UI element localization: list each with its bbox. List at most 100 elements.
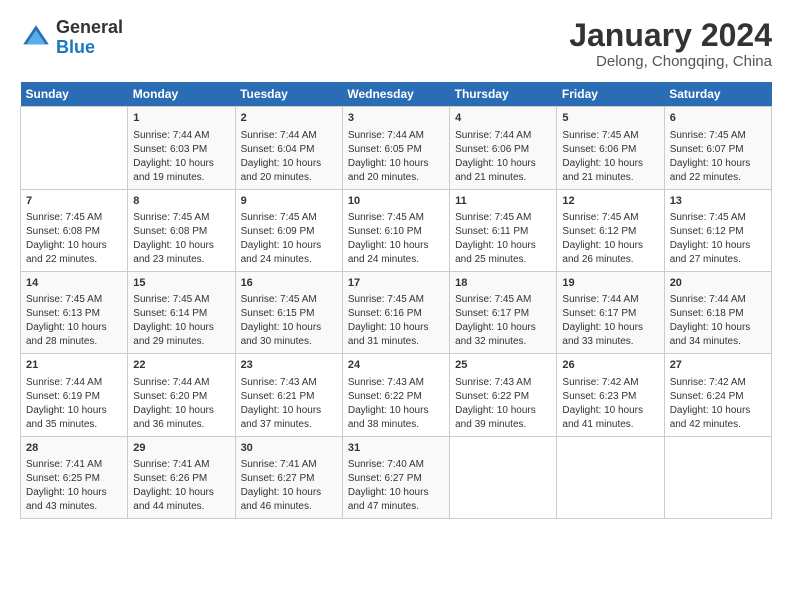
table-row: 12Sunrise: 7:45 AMSunset: 6:12 PMDayligh… <box>557 189 664 271</box>
daylight: Daylight: 10 hours and 43 minutes. <box>26 487 107 512</box>
sunrise: Sunrise: 7:43 AM <box>455 377 531 388</box>
table-row: 11Sunrise: 7:45 AMSunset: 6:11 PMDayligh… <box>450 189 557 271</box>
table-row: 7Sunrise: 7:45 AMSunset: 6:08 PMDaylight… <box>21 189 128 271</box>
daylight: Daylight: 10 hours and 36 minutes. <box>133 405 214 430</box>
daylight: Daylight: 10 hours and 24 minutes. <box>241 240 322 265</box>
table-row: 3Sunrise: 7:44 AMSunset: 6:05 PMDaylight… <box>342 107 449 189</box>
sunrise: Sunrise: 7:45 AM <box>26 212 102 223</box>
day-number: 2 <box>241 111 337 126</box>
col-thursday: Thursday <box>450 82 557 107</box>
table-row: 19Sunrise: 7:44 AMSunset: 6:17 PMDayligh… <box>557 271 664 353</box>
sunrise: Sunrise: 7:44 AM <box>670 294 746 305</box>
calendar-week-row: 14Sunrise: 7:45 AMSunset: 6:13 PMDayligh… <box>21 271 772 353</box>
daylight: Daylight: 10 hours and 35 minutes. <box>26 405 107 430</box>
day-number: 14 <box>26 276 122 291</box>
sunset: Sunset: 6:04 PM <box>241 144 315 155</box>
day-number: 11 <box>455 194 551 209</box>
day-number: 22 <box>133 358 229 373</box>
daylight: Daylight: 10 hours and 46 minutes. <box>241 487 322 512</box>
col-tuesday: Tuesday <box>235 82 342 107</box>
table-row: 17Sunrise: 7:45 AMSunset: 6:16 PMDayligh… <box>342 271 449 353</box>
col-sunday: Sunday <box>21 82 128 107</box>
table-row: 25Sunrise: 7:43 AMSunset: 6:22 PMDayligh… <box>450 354 557 436</box>
sunset: Sunset: 6:14 PM <box>133 308 207 319</box>
table-row: 1Sunrise: 7:44 AMSunset: 6:03 PMDaylight… <box>128 107 235 189</box>
sunset: Sunset: 6:26 PM <box>133 473 207 484</box>
sunset: Sunset: 6:07 PM <box>670 144 744 155</box>
sunset: Sunset: 6:10 PM <box>348 226 422 237</box>
calendar-week-row: 28 Sunrise: 7:41 AM Sunset: 6:25 PM Dayligh… <box>21 436 772 518</box>
sunrise: Sunrise: 7:45 AM <box>455 212 531 223</box>
sunrise: Sunrise: 7:43 AM <box>241 377 317 388</box>
table-row <box>664 436 771 518</box>
sunset: Sunset: 6:19 PM <box>26 391 100 402</box>
sunrise: Sunrise: 7:40 AM <box>348 459 424 470</box>
day-number: 6 <box>670 111 766 126</box>
sunrise: Sunrise: 7:45 AM <box>455 294 531 305</box>
daylight: Daylight: 10 hours and 44 minutes. <box>133 487 214 512</box>
day-number: 29 <box>133 441 229 456</box>
sunset: Sunset: 6:25 PM <box>26 473 100 484</box>
sunrise: Sunrise: 7:44 AM <box>26 377 102 388</box>
sunrise: Sunrise: 7:41 AM <box>133 459 209 470</box>
sunset: Sunset: 6:11 PM <box>455 226 528 237</box>
day-number: 4 <box>455 111 551 126</box>
sunset: Sunset: 6:12 PM <box>670 226 744 237</box>
sunset: Sunset: 6:24 PM <box>670 391 744 402</box>
sunset: Sunset: 6:18 PM <box>670 308 744 319</box>
day-number: 1 <box>133 111 229 126</box>
day-number: 19 <box>562 276 658 291</box>
day-number: 26 <box>562 358 658 373</box>
sunrise: Sunrise: 7:41 AM <box>26 459 102 470</box>
day-number: 10 <box>348 194 444 209</box>
sunset: Sunset: 6:23 PM <box>562 391 636 402</box>
table-row: 27Sunrise: 7:42 AMSunset: 6:24 PMDayligh… <box>664 354 771 436</box>
day-number: 15 <box>133 276 229 291</box>
daylight: Daylight: 10 hours and 33 minutes. <box>562 322 643 347</box>
day-number: 30 <box>241 441 337 456</box>
day-number: 28 <box>26 441 122 456</box>
day-number: 12 <box>562 194 658 209</box>
daylight: Daylight: 10 hours and 30 minutes. <box>241 322 322 347</box>
daylight: Daylight: 10 hours and 20 minutes. <box>348 158 429 183</box>
table-row: 26Sunrise: 7:42 AMSunset: 6:23 PMDayligh… <box>557 354 664 436</box>
daylight: Daylight: 10 hours and 47 minutes. <box>348 487 429 512</box>
logo-text: General Blue <box>56 18 123 58</box>
table-row: 9Sunrise: 7:45 AMSunset: 6:09 PMDaylight… <box>235 189 342 271</box>
sunrise: Sunrise: 7:45 AM <box>562 212 638 223</box>
sunset: Sunset: 6:20 PM <box>133 391 207 402</box>
table-row: 4Sunrise: 7:44 AMSunset: 6:06 PMDaylight… <box>450 107 557 189</box>
table-row: 24Sunrise: 7:43 AMSunset: 6:22 PMDayligh… <box>342 354 449 436</box>
table-row: 13Sunrise: 7:45 AMSunset: 6:12 PMDayligh… <box>664 189 771 271</box>
daylight: Daylight: 10 hours and 28 minutes. <box>26 322 107 347</box>
sunrise: Sunrise: 7:45 AM <box>26 294 102 305</box>
daylight: Daylight: 10 hours and 20 minutes. <box>241 158 322 183</box>
daylight: Daylight: 10 hours and 34 minutes. <box>670 322 751 347</box>
daylight: Daylight: 10 hours and 39 minutes. <box>455 405 536 430</box>
sunrise: Sunrise: 7:42 AM <box>670 377 746 388</box>
sunrise: Sunrise: 7:45 AM <box>670 212 746 223</box>
daylight: Daylight: 10 hours and 21 minutes. <box>562 158 643 183</box>
table-row: 16Sunrise: 7:45 AMSunset: 6:15 PMDayligh… <box>235 271 342 353</box>
day-number: 31 <box>348 441 444 456</box>
daylight: Daylight: 10 hours and 24 minutes. <box>348 240 429 265</box>
sunrise: Sunrise: 7:45 AM <box>133 294 209 305</box>
table-row: 28 Sunrise: 7:41 AM Sunset: 6:25 PM Dayligh… <box>21 436 128 518</box>
month-title: January 2024 <box>569 18 772 53</box>
sunset: Sunset: 6:05 PM <box>348 144 422 155</box>
logo-blue: Blue <box>56 37 95 57</box>
day-number: 5 <box>562 111 658 126</box>
daylight: Daylight: 10 hours and 22 minutes. <box>670 158 751 183</box>
daylight: Daylight: 10 hours and 31 minutes. <box>348 322 429 347</box>
sunset: Sunset: 6:15 PM <box>241 308 315 319</box>
daylight: Daylight: 10 hours and 21 minutes. <box>455 158 536 183</box>
title-block: January 2024 Delong, Chongqing, China <box>569 18 772 70</box>
sunset: Sunset: 6:17 PM <box>562 308 636 319</box>
daylight: Daylight: 10 hours and 27 minutes. <box>670 240 751 265</box>
table-row: 14Sunrise: 7:45 AMSunset: 6:13 PMDayligh… <box>21 271 128 353</box>
col-monday: Monday <box>128 82 235 107</box>
sunrise: Sunrise: 7:43 AM <box>348 377 424 388</box>
sunset: Sunset: 6:08 PM <box>26 226 100 237</box>
sunset: Sunset: 6:21 PM <box>241 391 315 402</box>
table-row <box>450 436 557 518</box>
